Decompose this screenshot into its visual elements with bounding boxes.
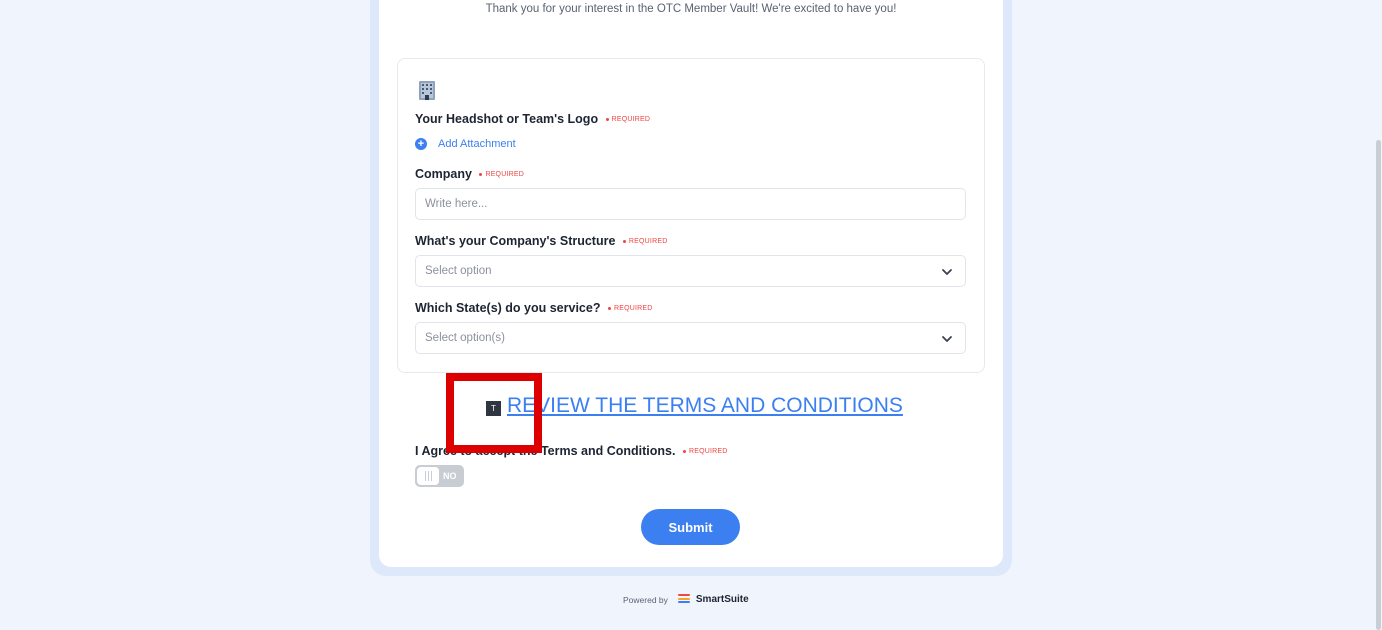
company-input[interactable]: Write here... — [415, 188, 966, 220]
form-section: Your Headshot or Team's Logo REQUIRED + … — [397, 58, 985, 373]
chevron-down-icon — [942, 336, 952, 342]
states-label-text: Which State(s) do you service? — [415, 301, 601, 315]
powered-by-text: Powered by — [623, 594, 668, 605]
building-icon — [419, 81, 435, 100]
chevron-down-icon — [942, 269, 952, 275]
headshot-label-text: Your Headshot or Team's Logo — [415, 112, 599, 126]
required-badge: REQUIRED — [622, 238, 668, 245]
structure-label: What's your Company's Structure REQUIRED — [415, 234, 667, 248]
toggle-knob[interactable] — [417, 467, 439, 485]
headshot-label: Your Headshot or Team's Logo REQUIRED — [415, 112, 650, 126]
scrollbar-thumb[interactable] — [1376, 140, 1381, 630]
review-terms-text[interactable]: REVIEW THE TERMS AND CONDITIONS — [507, 394, 903, 418]
company-label-text: Company — [415, 167, 472, 181]
states-placeholder: Select option(s) — [425, 332, 505, 344]
structure-label-text: What's your Company's Structure — [415, 234, 616, 248]
footer-powered-by[interactable]: Powered by SmartSuite — [623, 594, 749, 605]
states-label: Which State(s) do you service? REQUIRED — [415, 301, 653, 315]
required-badge: REQUIRED — [607, 305, 653, 312]
structure-select[interactable]: Select option — [415, 255, 966, 287]
required-badge: REQUIRED — [479, 171, 524, 178]
submit-button[interactable]: Submit — [641, 509, 740, 545]
smartsuite-logo-icon — [677, 594, 690, 605]
add-attachment-button[interactable]: + Add Attachment — [415, 138, 516, 150]
add-attachment-label: Add Attachment — [438, 138, 516, 150]
required-badge: REQUIRED — [682, 448, 728, 455]
plus-circle-icon: + — [415, 138, 427, 150]
intro-text: Thank you for your interest in the OTC M… — [485, 3, 897, 15]
required-badge: REQUIRED — [605, 116, 651, 123]
brand-name: SmartSuite — [695, 594, 749, 605]
structure-placeholder: Select option — [425, 265, 492, 277]
review-terms-link[interactable]: T REVIEW THE TERMS AND CONDITIONS — [486, 394, 903, 418]
states-select[interactable]: Select option(s) — [415, 322, 966, 354]
company-placeholder: Write here... — [425, 198, 488, 210]
agree-toggle[interactable]: NO — [415, 465, 464, 487]
toggle-state-text: NO — [443, 471, 457, 481]
highlight-box — [446, 373, 542, 453]
company-label: Company REQUIRED — [415, 167, 524, 181]
